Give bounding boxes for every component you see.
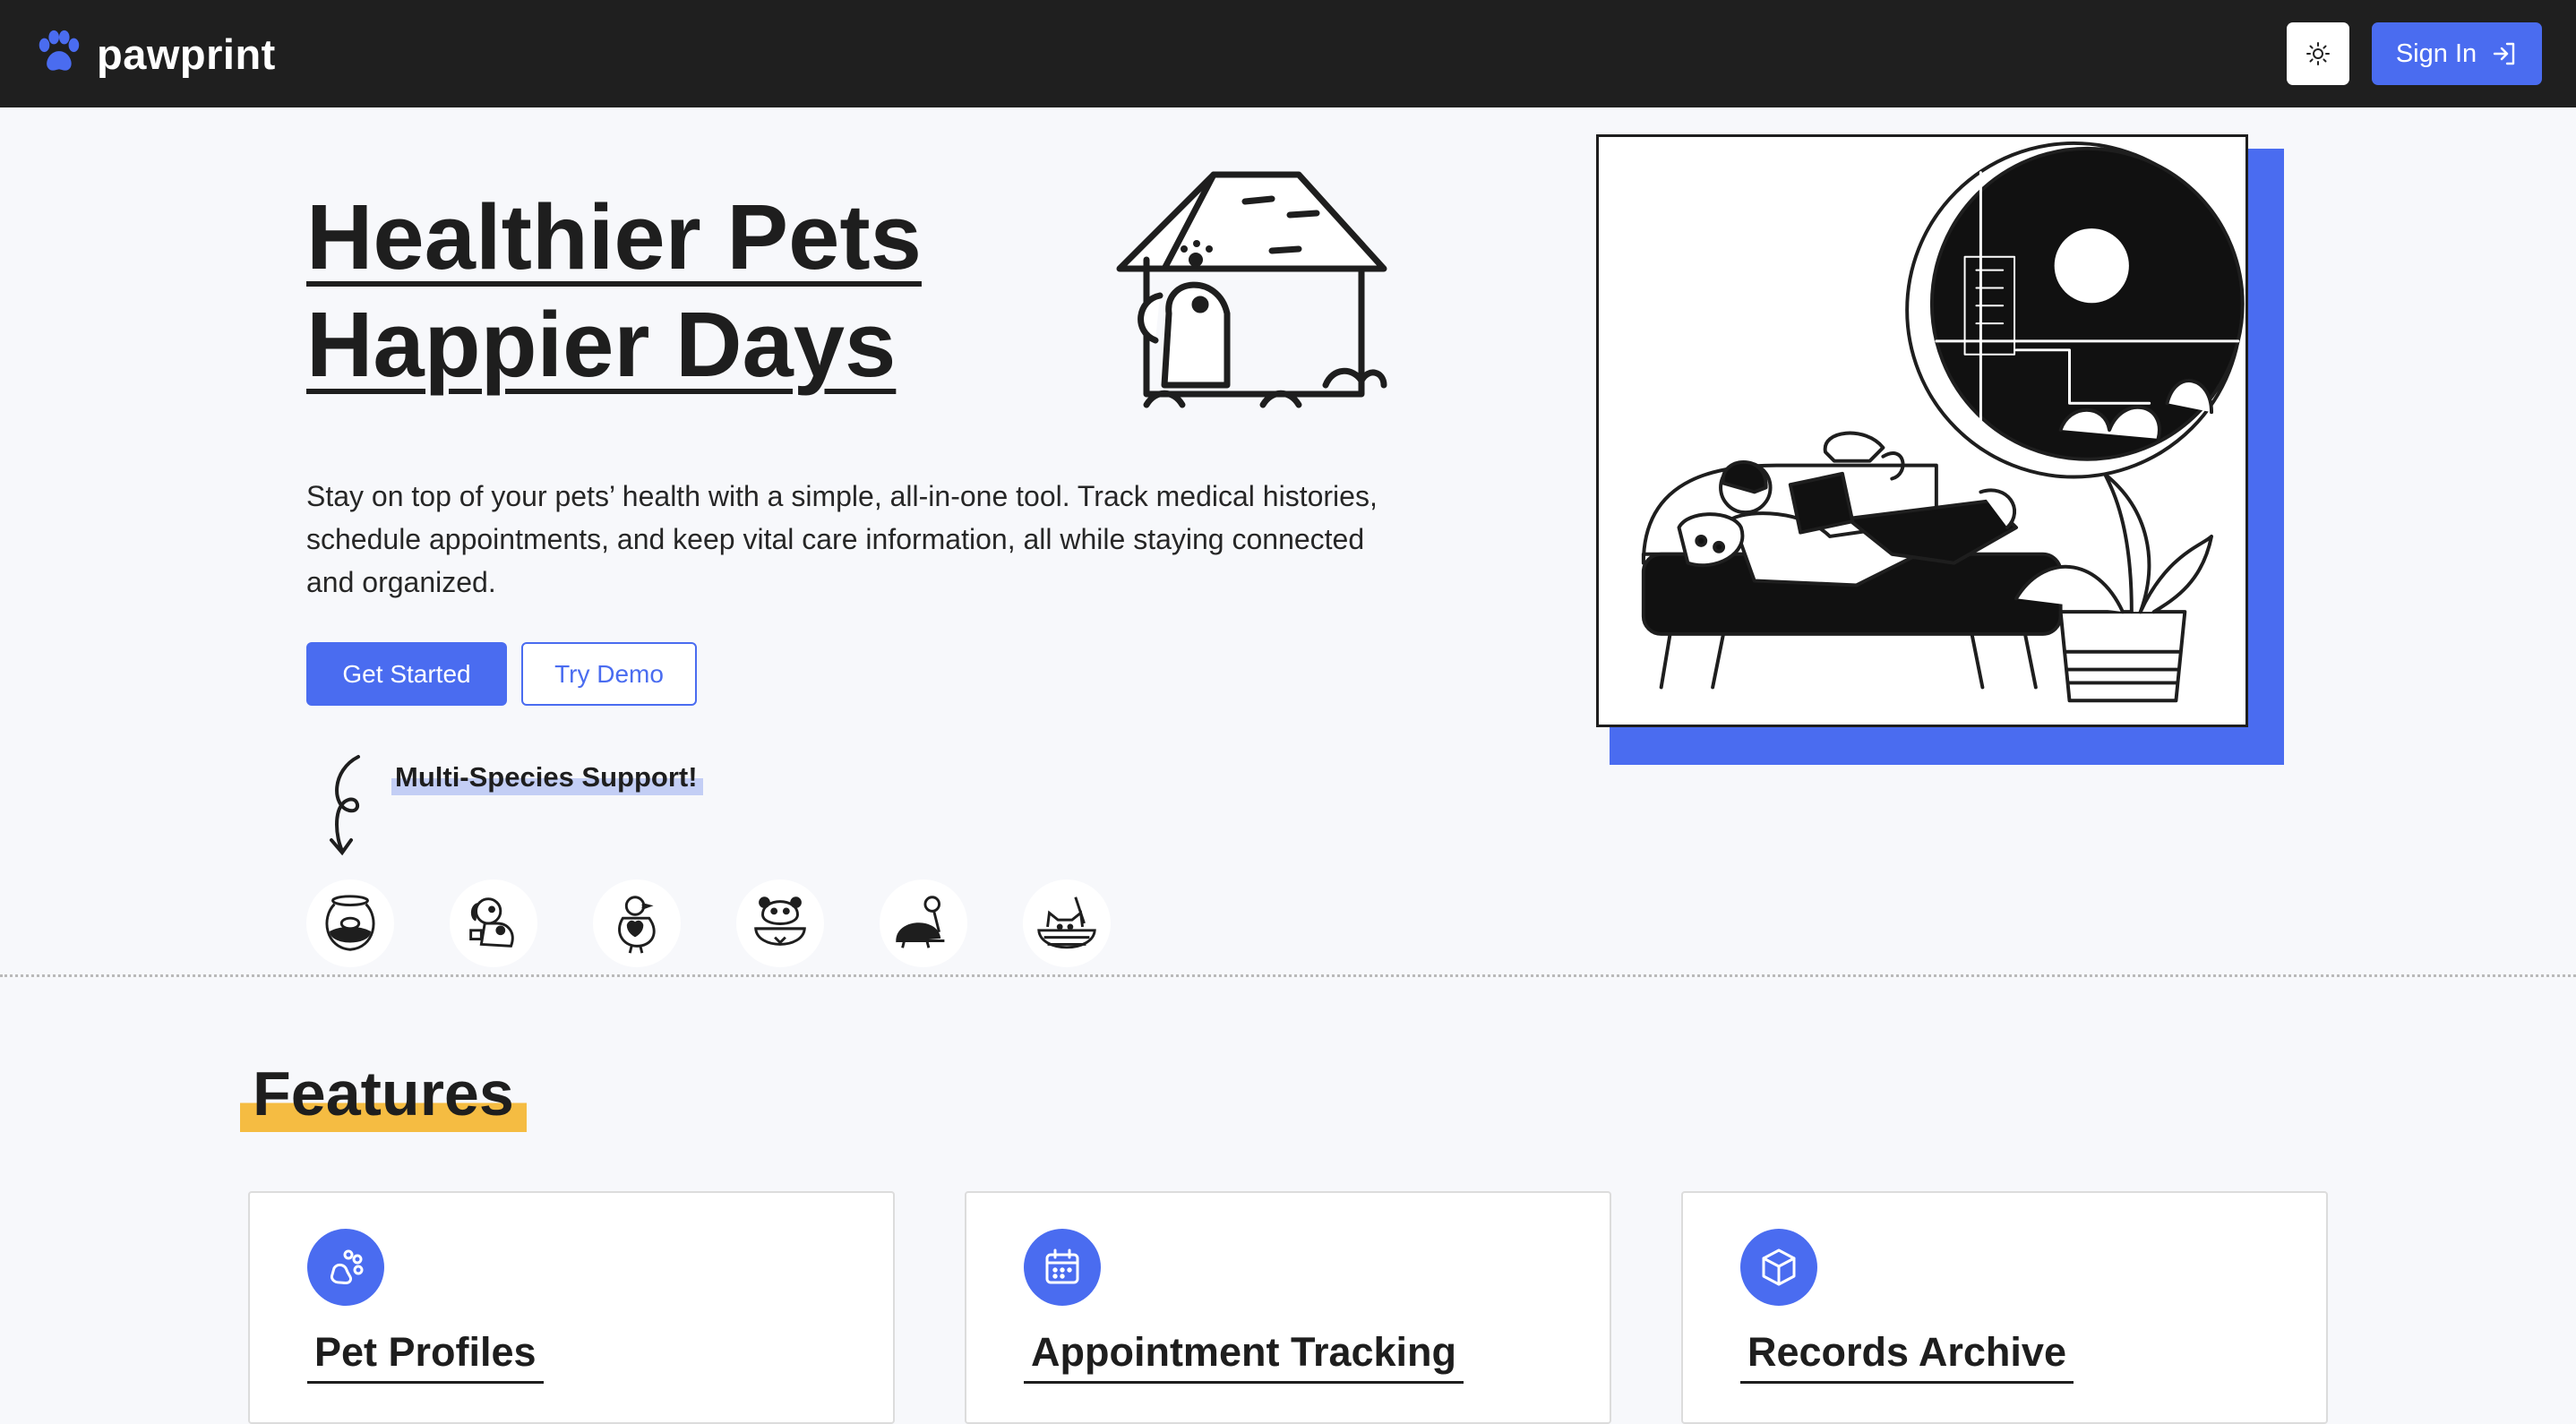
fish-bowl-icon <box>306 879 394 967</box>
doghouse-illustration <box>1116 171 1387 408</box>
species-support-label: Multi-Species Support! <box>391 761 703 795</box>
sign-in-label: Sign In <box>2395 39 2477 68</box>
brand-logo[interactable]: pawprint <box>32 25 276 82</box>
sun-icon <box>2306 42 2330 65</box>
feature-title-records-archive: Records Archive <box>1740 1325 2074 1384</box>
sign-in-icon <box>2493 42 2515 65</box>
paw-logo-icon <box>39 30 80 71</box>
theme-toggle-button[interactable] <box>2287 22 2349 85</box>
features-heading: Features <box>240 1055 527 1132</box>
relaxing-person-illustration <box>1596 134 2248 727</box>
feature-card-appointment-tracking: Appointment Tracking <box>965 1191 1611 1424</box>
sign-in-button[interactable]: Sign In <box>2372 22 2542 85</box>
top-navbar: pawprint Sign In <box>0 0 2576 107</box>
species-icon-row <box>306 879 1111 967</box>
feature-card-records-archive: Records Archive <box>1681 1191 2328 1424</box>
try-demo-button[interactable]: Try Demo <box>521 642 697 706</box>
feature-title-appointment-tracking: Appointment Tracking <box>1024 1325 1464 1384</box>
hero-title-line-1: Healthier Pets <box>306 185 922 288</box>
dog-icon <box>450 879 537 967</box>
hero-title: Healthier Pets Happier Days <box>306 184 922 399</box>
cat-basket-icon <box>1023 879 1111 967</box>
feature-title-pet-profiles: Pet Profiles <box>307 1325 544 1384</box>
paw-icon <box>307 1229 384 1306</box>
hero-title-line-2: Happier Days <box>306 293 897 396</box>
curly-arrow-icon <box>330 755 360 856</box>
bird-icon <box>593 879 681 967</box>
get-started-button[interactable]: Get Started <box>306 642 507 706</box>
brand-name: pawprint <box>97 30 276 78</box>
feature-card-pet-profiles: Pet Profiles <box>248 1191 895 1424</box>
section-divider <box>0 974 2576 977</box>
hamster-icon <box>736 879 824 967</box>
turtle-icon <box>880 879 967 967</box>
box-icon <box>1740 1229 1817 1306</box>
calendar-icon <box>1024 1229 1101 1306</box>
hero-description: Stay on top of your pets’ health with a … <box>306 480 1378 598</box>
